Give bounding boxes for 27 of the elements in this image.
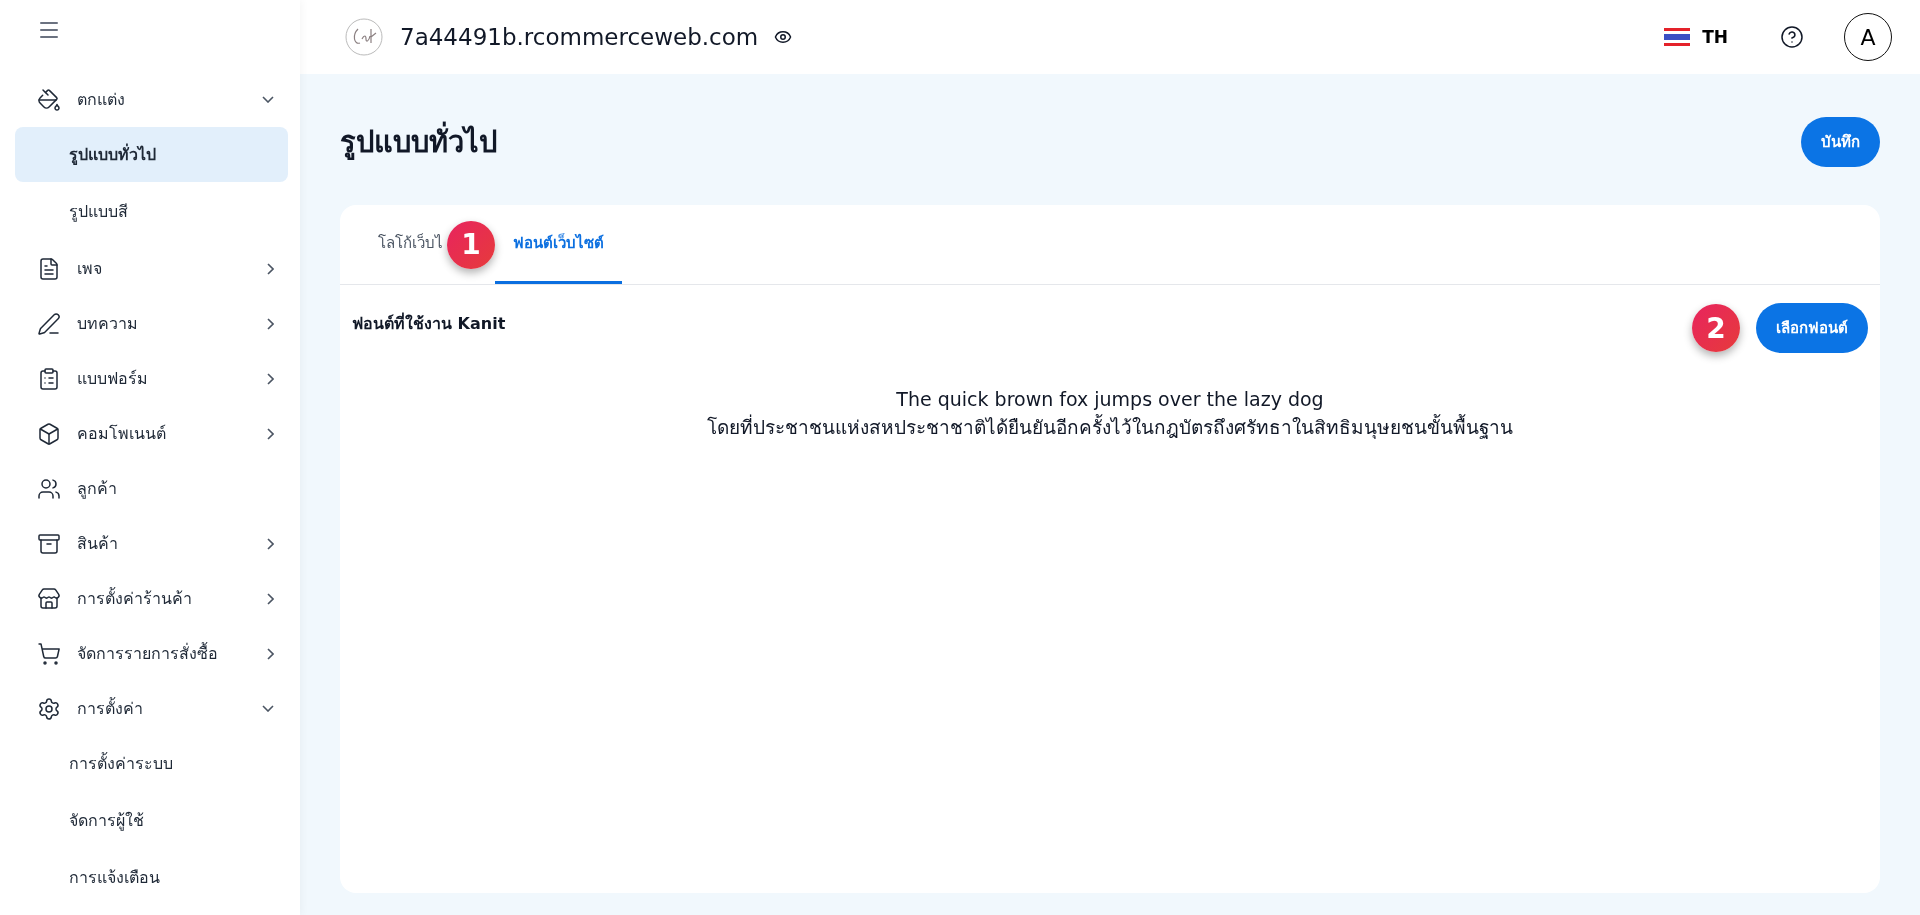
sidebar-item[interactable]: จัดการรายการสั่งซื้อ: [15, 626, 288, 681]
sample-text: The quick brown fox jumps over the lazy dog: [896, 387, 1324, 412]
step-badge: 2: [1692, 304, 1740, 352]
language-button[interactable]: TH: [1658, 26, 1734, 48]
site-address: 7a44491b.rcommerceweb.com: [400, 24, 759, 50]
current-font-label: ฟอนต์ที่ใช้งาน Kanit: [352, 311, 506, 335]
step-badge: 1: [447, 220, 495, 269]
sidebar-item[interactable]: การตั้งค่า: [15, 681, 288, 736]
sidebar-item[interactable]: เพจ: [15, 241, 288, 296]
sample-text: โดยที่ประชาชนแห่งสหประชาชาติได้ยืนยันอีกครั้งไว้ในกฎบัตรถึงศรัทธาในสิทธิมนุษยชนขั้นพื้นฐาน: [707, 413, 1513, 441]
save-button[interactable]: บันทึก: [1801, 117, 1880, 167]
sidebar-subitem[interactable]: การแจ้งเตือน: [15, 850, 288, 905]
sidebar-item[interactable]: แบบฟอร์ม: [15, 351, 288, 406]
select-font-button[interactable]: เลือกฟอนต์: [1756, 303, 1868, 353]
sidebar-subitem[interactable]: รูปแบบทั่วไป: [15, 127, 288, 182]
tab[interactable]: ฟอนต์เว็บไซต์: [495, 205, 622, 284]
sidebar-item[interactable]: การตั้งค่าร้านค้า: [15, 571, 288, 626]
sidebar-item[interactable]: ลูกค้า: [15, 461, 288, 516]
sidebar-item[interactable]: ตกแต่ง: [15, 72, 288, 127]
sidebar-subitem[interactable]: การตั้งค่าระบบ: [15, 736, 288, 791]
sidebar-item[interactable]: คอมโพเนนต์: [15, 406, 288, 461]
sidebar-subitem[interactable]: จัดการผู้ใช้: [15, 793, 288, 848]
page-title: รูปแบบทั่วไป: [340, 119, 497, 165]
sidebar-subitem[interactable]: รูปแบบสี: [15, 184, 288, 239]
sidebar-item[interactable]: บทความ: [15, 296, 288, 351]
avatar-button[interactable]: A: [1844, 13, 1892, 61]
sidebar-item[interactable]: สินค้า: [15, 516, 288, 571]
